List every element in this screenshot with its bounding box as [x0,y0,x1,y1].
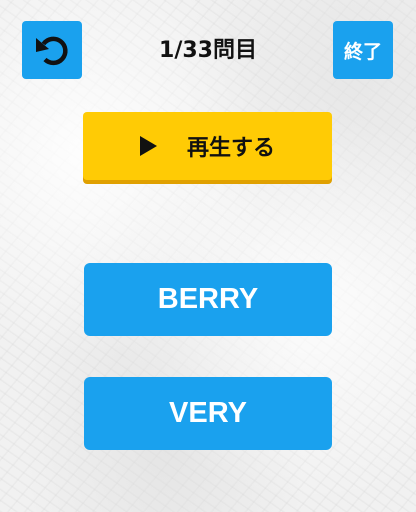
play-button[interactable]: 再生する [83,112,332,180]
back-button[interactable] [22,21,82,79]
question-progress: 1/33問目 [159,38,257,63]
play-label: 再生する [186,136,275,161]
end-button[interactable]: 終了 [333,21,393,79]
answer-option-button[interactable]: BERRY [84,263,332,336]
undo-arrow-icon [36,36,68,66]
answer-option-button[interactable]: VERY [84,377,332,450]
play-icon [139,136,157,156]
